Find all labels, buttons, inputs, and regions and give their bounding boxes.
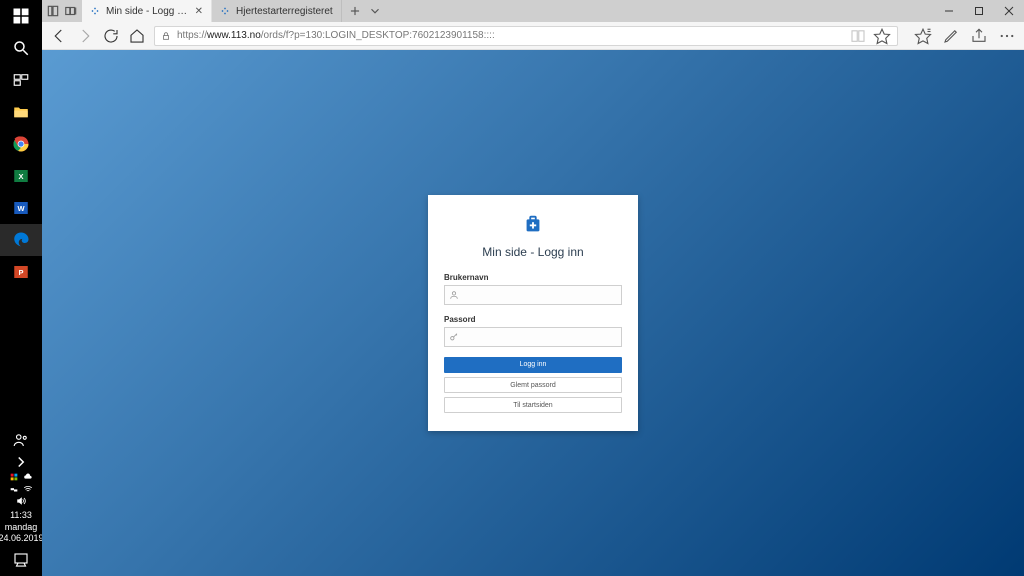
favicon-icon <box>220 6 230 16</box>
share-icon[interactable] <box>970 27 988 45</box>
url-text: https://www.113.no/ords/f?p=130:LOGIN_DE… <box>177 30 843 41</box>
edge-button[interactable] <box>0 224 42 256</box>
clock-time: 11:33 <box>0 510 44 521</box>
notes-icon[interactable] <box>942 27 960 45</box>
new-tab-button[interactable] <box>348 4 362 18</box>
wifi-icon[interactable] <box>23 484 33 494</box>
clock-day: mandag <box>0 522 44 533</box>
password-input[interactable] <box>444 327 622 347</box>
windows-taskbar: X W P <box>0 0 42 576</box>
close-button[interactable] <box>994 0 1024 22</box>
favorite-star-icon[interactable] <box>873 27 891 45</box>
settings-more-icon[interactable] <box>998 27 1016 45</box>
login-title: Min side - Logg inn <box>444 245 622 259</box>
task-view-button[interactable] <box>0 64 42 96</box>
address-bar: https://www.113.no/ords/f?p=130:LOGIN_DE… <box>42 22 1024 50</box>
tab-strip: Min side - Logg inn ✕ Hjertestarterregis… <box>82 0 342 22</box>
minimize-button[interactable] <box>934 0 964 22</box>
tray-icon-1[interactable] <box>9 472 19 482</box>
excel-button[interactable]: X <box>0 160 42 192</box>
forward-button[interactable] <box>76 27 94 45</box>
home-button[interactable] <box>128 27 146 45</box>
tray-expand-button[interactable] <box>0 452 42 472</box>
refresh-button[interactable] <box>102 27 120 45</box>
volume-icon[interactable] <box>16 496 26 506</box>
tab-2[interactable]: Hjertestarterregisteret <box>212 0 342 22</box>
forgot-password-button[interactable]: Glemt passord <box>444 377 622 393</box>
chrome-button[interactable] <box>0 128 42 160</box>
tabs-aside-icon[interactable] <box>46 4 60 18</box>
back-button[interactable] <box>50 27 68 45</box>
network-icon[interactable] <box>9 484 19 494</box>
svg-text:W: W <box>17 204 25 213</box>
url-field[interactable]: https://www.113.no/ords/f?p=130:LOGIN_DE… <box>154 26 898 46</box>
browser-window: Min side - Logg inn ✕ Hjertestarterregis… <box>42 0 1024 576</box>
app-logo-icon <box>444 213 622 235</box>
page-viewport: Min side - Logg inn Brukernavn Passord L… <box>42 50 1024 576</box>
username-label: Brukernavn <box>444 273 622 282</box>
system-tray <box>9 472 33 506</box>
key-icon <box>449 332 459 342</box>
word-button[interactable]: W <box>0 192 42 224</box>
svg-text:P: P <box>18 268 23 277</box>
favicon-icon <box>90 6 100 16</box>
to-home-button[interactable]: Til startsiden <box>444 397 622 413</box>
onedrive-icon[interactable] <box>23 472 33 482</box>
username-input[interactable] <box>444 285 622 305</box>
tab-title: Hjertestarterregisteret <box>236 6 333 17</box>
file-explorer-button[interactable] <box>0 96 42 128</box>
login-card: Min side - Logg inn Brukernavn Passord L… <box>428 195 638 431</box>
tab-title: Min side - Logg inn <box>106 6 189 17</box>
password-label: Passord <box>444 315 622 324</box>
titlebar: Min side - Logg inn ✕ Hjertestarterregis… <box>42 0 1024 22</box>
people-button[interactable] <box>0 428 42 452</box>
search-button[interactable] <box>0 32 42 64</box>
show-tabs-icon[interactable] <box>64 4 78 18</box>
tab-close-icon[interactable]: ✕ <box>195 6 203 17</box>
tab-1[interactable]: Min side - Logg inn ✕ <box>82 0 212 22</box>
tab-actions-button[interactable] <box>368 4 382 18</box>
taskbar-clock[interactable]: 11:33 mandag 24.06.2019 <box>0 506 44 548</box>
maximize-button[interactable] <box>964 0 994 22</box>
user-icon <box>449 290 459 300</box>
powerpoint-button[interactable]: P <box>0 256 42 288</box>
reading-view-icon[interactable] <box>849 27 867 45</box>
lock-icon <box>161 31 171 41</box>
svg-text:X: X <box>18 172 23 181</box>
action-center-button[interactable] <box>0 548 42 572</box>
clock-date: 24.06.2019 <box>0 533 44 544</box>
login-button[interactable]: Logg inn <box>444 357 622 373</box>
start-button[interactable] <box>0 0 42 32</box>
favorites-list-icon[interactable] <box>914 27 932 45</box>
